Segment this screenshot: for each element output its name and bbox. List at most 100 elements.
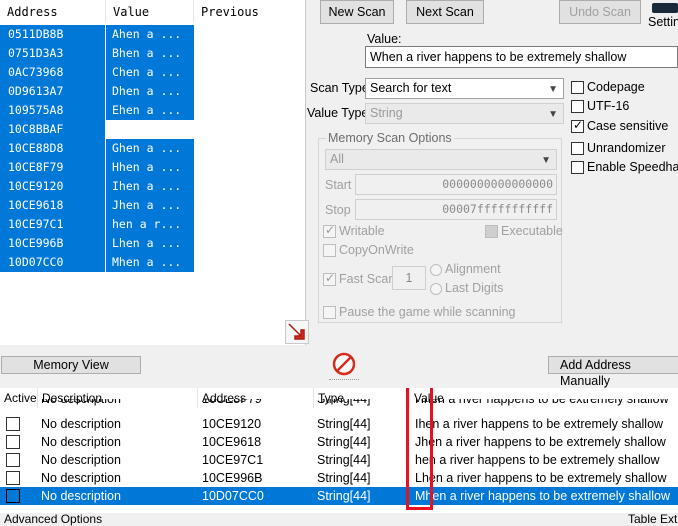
found-row[interactable]: 0511DB8B Ahen a ... xyxy=(0,25,195,44)
active-checkbox[interactable] xyxy=(6,453,20,467)
speedhack-checkbox[interactable] xyxy=(571,161,584,174)
found-row[interactable]: 10CE88D8 Ghen a ... xyxy=(0,139,195,158)
row-type: String[44] xyxy=(317,417,371,431)
last-digits-label: Last Digits xyxy=(445,281,504,295)
found-row[interactable]: 10CE996B Lhen a ... xyxy=(0,234,195,253)
found-row[interactable]: 10CE9618 Jhen a ... xyxy=(0,196,195,215)
fast-scan-value-input[interactable]: 1 xyxy=(392,266,426,290)
stop-address-input[interactable]: 00007fffffffffff xyxy=(355,199,557,220)
column-header-value[interactable]: Value xyxy=(106,0,194,22)
executable-checkbox[interactable] xyxy=(485,225,498,238)
row-address: 10CE97C1 xyxy=(202,453,264,467)
found-row[interactable]: 10CE9120 Ihen a ... xyxy=(0,177,195,196)
new-scan-button[interactable]: New Scan xyxy=(320,0,394,24)
row-value: Jhen a river happens to be extremely sha… xyxy=(415,435,666,449)
address-table[interactable]: Active Description Address Type Value No… xyxy=(0,388,678,513)
found-row-address: 10CE9618 xyxy=(0,196,105,215)
found-row-address: 10CE9120 xyxy=(0,177,105,196)
scan-type-label: Scan Type xyxy=(310,81,369,95)
pause-game-label: Pause the game while scanning xyxy=(339,305,516,319)
value-type-value: String xyxy=(370,106,403,120)
found-row-value xyxy=(106,120,194,139)
undo-scan-button[interactable]: Undo Scan xyxy=(559,0,641,24)
active-checkbox[interactable] xyxy=(6,471,20,485)
unrandomizer-checkbox[interactable] xyxy=(571,142,584,155)
copy-on-write-label: CopyOnWrite xyxy=(339,243,414,257)
case-sensitive-label: Case sensitive xyxy=(587,119,669,133)
alignment-radio[interactable] xyxy=(430,264,442,276)
row-type: String[44] xyxy=(317,489,371,503)
found-row[interactable]: 10CE8F79 Hhen a ... xyxy=(0,158,195,177)
stop-icon[interactable] xyxy=(332,352,356,376)
logo-icon[interactable] xyxy=(652,3,678,13)
found-address-list[interactable]: Address Value Previous 0511DB8B Ahen a ..… xyxy=(0,0,306,345)
found-row-value: Ghen a ... xyxy=(106,139,194,158)
found-row[interactable]: 109575A8 Ehen a ... xyxy=(0,101,195,120)
start-label: Start xyxy=(325,178,352,192)
scan-type-select[interactable]: Search for text ▼ xyxy=(365,78,564,99)
found-row[interactable]: 0D9613A7 Dhen a ... xyxy=(0,82,195,101)
value-type-select[interactable]: String ▼ xyxy=(365,103,564,124)
case-sensitive-checkbox[interactable]: ✓ xyxy=(571,118,584,133)
unrandomizer-label: Unrandomizer xyxy=(587,141,666,155)
add-address-manually-button[interactable]: Add Address Manually xyxy=(548,356,678,388)
utf16-checkbox[interactable] xyxy=(571,100,584,113)
table-row[interactable]: No description 10CE9618 String[44] Jhen … xyxy=(0,433,678,451)
settings-link[interactable]: Settin xyxy=(648,15,678,29)
value-label: Value: xyxy=(367,32,402,46)
found-row[interactable]: 10CE97C1 hen a r... xyxy=(0,215,195,234)
column-header-address[interactable]: Address xyxy=(0,0,106,22)
table-extras-link[interactable]: Table Extras xyxy=(628,512,678,526)
table-row[interactable]: No description 10CE97C1 String[44] hen a… xyxy=(0,451,678,469)
row-value: Lhen a river happens to be extremely sha… xyxy=(415,471,667,485)
writable-checkbox[interactable]: ✓ xyxy=(323,223,336,238)
found-row-address: 0511DB8B xyxy=(0,25,105,44)
row-address: 10CE9618 xyxy=(202,435,262,449)
fast-scan-label: Fast Scan xyxy=(339,272,396,286)
found-row-address: 0751D3A3 xyxy=(0,44,105,63)
found-row[interactable]: 0AC73968 Chen a ... xyxy=(0,63,195,82)
chevron-down-icon: ▼ xyxy=(548,109,558,120)
start-address-input[interactable]: 0000000000000000 xyxy=(355,174,557,195)
active-checkbox[interactable] xyxy=(6,417,20,431)
memory-view-button[interactable]: Memory View xyxy=(1,356,141,374)
advanced-options-link[interactable]: Advanced Options xyxy=(4,512,102,526)
add-to-list-arrow-icon[interactable] xyxy=(285,320,309,344)
row-description: No description xyxy=(41,399,121,406)
table-row[interactable]: No description 10CE9120 String[44] Ihen … xyxy=(0,415,678,433)
found-row[interactable]: 0751D3A3 Bhen a ... xyxy=(0,44,195,63)
codepage-label: Codepage xyxy=(587,80,645,94)
pause-game-checkbox[interactable] xyxy=(323,306,336,319)
column-header-previous[interactable]: Previous xyxy=(194,0,305,22)
fast-scan-checkbox[interactable]: ✓ xyxy=(323,271,336,286)
row-description: No description xyxy=(41,417,121,431)
active-checkbox[interactable] xyxy=(6,435,20,449)
found-row[interactable]: 10C8BBAF xyxy=(0,120,195,139)
memory-scan-options-title: Memory Scan Options xyxy=(326,131,454,145)
codepage-checkbox[interactable] xyxy=(571,81,584,94)
found-row-address: 10CE996B xyxy=(0,234,105,253)
row-description: No description xyxy=(41,435,121,449)
copy-on-write-checkbox[interactable] xyxy=(323,244,336,257)
value-input[interactable]: When a river happens to be extremely sha… xyxy=(365,46,678,68)
found-row-address: 10C8BBAF xyxy=(0,120,105,139)
last-digits-radio[interactable] xyxy=(430,283,442,295)
found-row-address: 10D07CC0 xyxy=(0,253,105,272)
found-row-address: 10CE88D8 xyxy=(0,139,105,158)
found-row-value: Chen a ... xyxy=(106,63,194,82)
table-row-selected[interactable]: No description 10D07CC0 String[44] Mhen … xyxy=(0,487,678,505)
found-row[interactable]: 10D07CC0 Mhen a ... xyxy=(0,253,195,272)
splitter-handle[interactable] xyxy=(329,379,359,384)
row-address: 10CE9120 xyxy=(202,417,262,431)
table-row[interactable]: No description 10CE996B String[44] Lhen … xyxy=(0,469,678,487)
alignment-label: Alignment xyxy=(445,262,501,276)
found-row-value: Ihen a ... xyxy=(106,177,194,196)
active-checkbox[interactable] xyxy=(6,489,20,503)
table-row[interactable]: No description 10CE8F79 String[44] Hhen … xyxy=(0,399,678,408)
row-address: 10CE996B xyxy=(202,471,263,485)
row-value: hen a river happens to be extremely shal… xyxy=(415,453,660,467)
row-type: String[44] xyxy=(317,471,371,485)
memory-region-select[interactable]: All ▼ xyxy=(325,149,557,170)
next-scan-button[interactable]: Next Scan xyxy=(406,0,484,24)
found-row-value: Hhen a ... xyxy=(106,158,194,177)
